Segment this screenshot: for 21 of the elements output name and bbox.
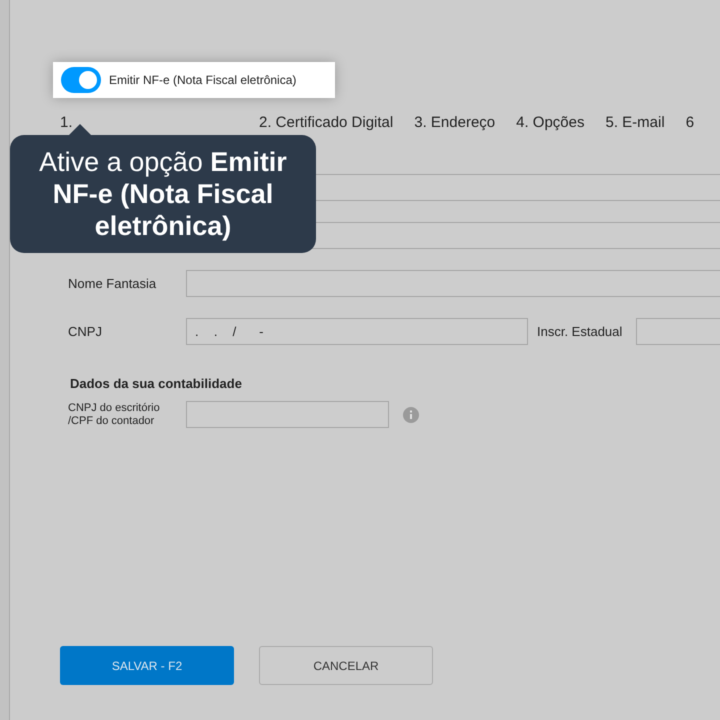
tab[interactable]: 3. Endereço bbox=[414, 114, 496, 134]
tab[interactable]: 5. E-mail bbox=[606, 114, 665, 134]
field-label: CNPJ do escritório /CPF do contador bbox=[67, 402, 161, 428]
save-button[interactable]: SALVAR - F2 bbox=[60, 646, 234, 685]
input-field[interactable] bbox=[186, 401, 389, 428]
info-icon[interactable] bbox=[403, 406, 419, 422]
toggle-switch[interactable] bbox=[61, 67, 101, 93]
field-label: Inscr. Estadual bbox=[537, 324, 624, 339]
input-field[interactable] bbox=[186, 270, 720, 297]
field-label: CNPJ bbox=[67, 324, 103, 339]
tooltip: Ative a opção Emitir NF-e (Nota Fiscal eletrônica) bbox=[10, 135, 316, 253]
tab[interactable]: 2. Certificado Digital bbox=[259, 114, 394, 134]
input-field[interactable]: . . / - bbox=[186, 318, 528, 345]
section-title: Dados da sua contabilidade bbox=[70, 376, 243, 391]
tab[interactable]: 6 bbox=[686, 114, 694, 134]
input-field[interactable] bbox=[636, 318, 720, 345]
tab[interactable]: 4. Opções bbox=[516, 114, 584, 134]
toggle-label: Emitir NF-e (Nota Fiscal eletrônica) bbox=[109, 73, 296, 87]
field-label: Nome Fantasia bbox=[67, 276, 158, 291]
cancel-button[interactable]: CANCELAR bbox=[259, 646, 433, 685]
tab[interactable]: 1. bbox=[60, 114, 238, 134]
